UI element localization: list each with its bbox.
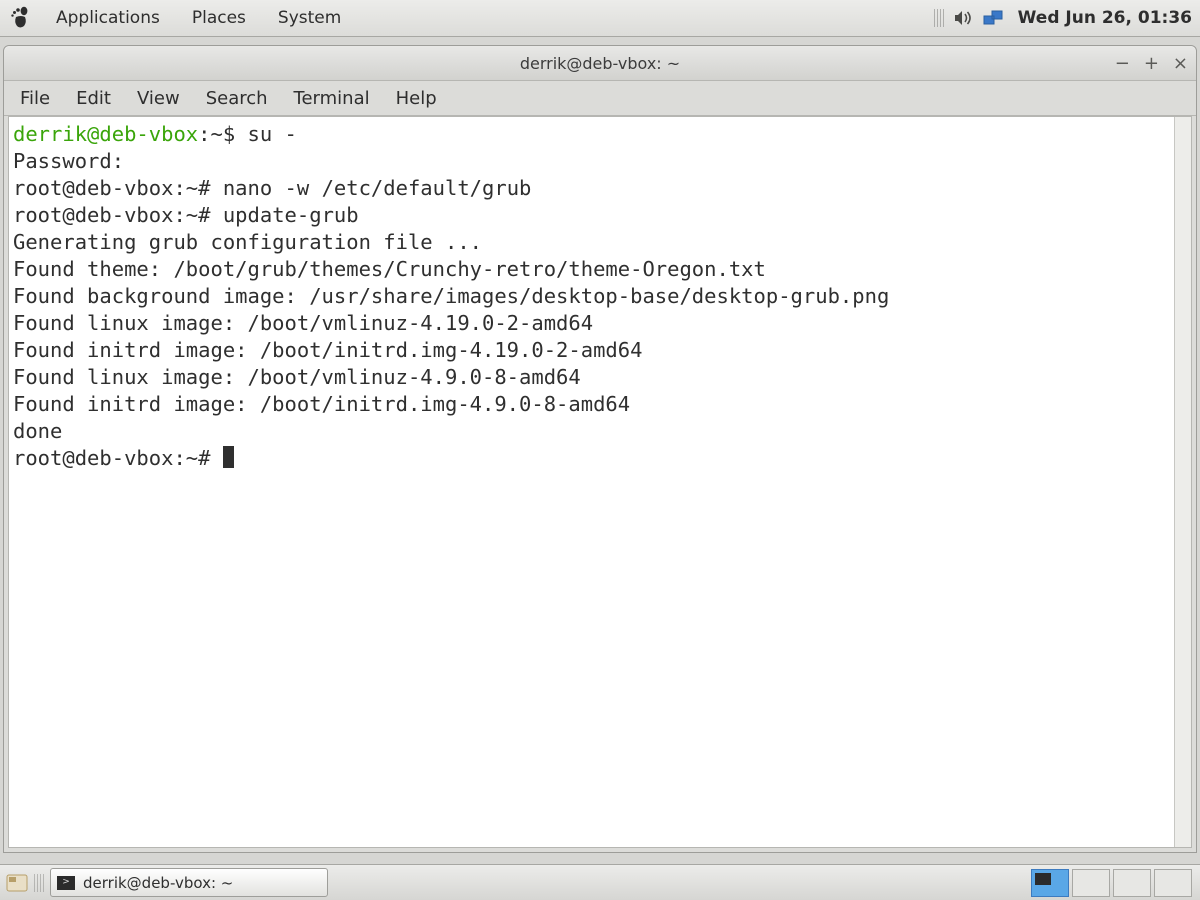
prompt-sep: :: [198, 122, 210, 146]
line-password: Password:: [13, 149, 124, 173]
out-linux-2: Found linux image: /boot/vmlinuz-4.9.0-8…: [13, 365, 581, 389]
window-titlebar[interactable]: derrik@deb-vbox: ~ − + ×: [4, 46, 1196, 81]
terminal-scrollbar[interactable]: [1174, 117, 1191, 847]
terminal-menubar: File Edit View Search Terminal Help: [4, 81, 1196, 116]
taskbar-terminal-button[interactable]: derrik@deb-vbox: ~: [50, 868, 328, 897]
terminal-window: derrik@deb-vbox: ~ − + × File Edit View …: [3, 45, 1197, 853]
system-tray: Wed Jun 26, 01:36: [934, 8, 1194, 28]
menu-file[interactable]: File: [18, 86, 52, 111]
clock[interactable]: Wed Jun 26, 01:36: [1014, 8, 1192, 28]
workspace-3[interactable]: [1113, 869, 1151, 897]
root-prompt-2: root@deb-vbox:~#: [13, 203, 223, 227]
close-button[interactable]: ×: [1173, 53, 1188, 74]
terminal-icon: [57, 876, 75, 890]
root-prompt-3: root@deb-vbox:~#: [13, 446, 223, 470]
panel-separator-icon: [34, 874, 44, 892]
minimize-button[interactable]: −: [1115, 53, 1130, 74]
root-prompt-1: root@deb-vbox:~#: [13, 176, 223, 200]
cmd-nano: nano -w /etc/default/grub: [223, 176, 532, 200]
menu-edit[interactable]: Edit: [74, 86, 113, 111]
maximize-button[interactable]: +: [1144, 53, 1159, 74]
menu-help[interactable]: Help: [394, 86, 439, 111]
prompt-user: derrik@deb-vbox: [13, 122, 198, 146]
out-done: done: [13, 419, 62, 443]
network-icon[interactable]: [982, 8, 1006, 28]
prompt-path: ~$: [210, 122, 247, 146]
system-menu[interactable]: System: [262, 0, 357, 36]
workspace-1[interactable]: [1031, 869, 1069, 897]
top-panel: Applications Places System Wed Jun 26, 0…: [0, 0, 1200, 37]
window-title: derrik@deb-vbox: ~: [4, 54, 1196, 73]
out-initrd-1: Found initrd image: /boot/initrd.img-4.1…: [13, 338, 642, 362]
terminal-body: derrik@deb-vbox:~$ su - Password: root@d…: [8, 116, 1192, 848]
bottom-panel: derrik@deb-vbox: ~: [0, 864, 1200, 900]
terminal-output[interactable]: derrik@deb-vbox:~$ su - Password: root@d…: [9, 117, 1174, 847]
cmd-su: su -: [248, 122, 297, 146]
cmd-update-grub: update-grub: [223, 203, 359, 227]
out-initrd-2: Found initrd image: /boot/initrd.img-4.9…: [13, 392, 630, 416]
places-menu[interactable]: Places: [176, 0, 262, 36]
volume-icon[interactable]: [952, 8, 974, 28]
menu-search[interactable]: Search: [204, 86, 270, 111]
menu-terminal[interactable]: Terminal: [292, 86, 372, 111]
window-controls: − + ×: [1115, 46, 1188, 80]
desktop: derrik@deb-vbox: ~ − + × File Edit View …: [0, 37, 1200, 864]
gnome-foot-icon[interactable]: [6, 4, 34, 32]
workspace-2[interactable]: [1072, 869, 1110, 897]
menu-view[interactable]: View: [135, 86, 182, 111]
out-generating: Generating grub configuration file ...: [13, 230, 482, 254]
out-background: Found background image: /usr/share/image…: [13, 284, 889, 308]
out-theme: Found theme: /boot/grub/themes/Crunchy-r…: [13, 257, 766, 281]
taskbar-label: derrik@deb-vbox: ~: [83, 874, 233, 892]
out-linux-1: Found linux image: /boot/vmlinuz-4.19.0-…: [13, 311, 593, 335]
workspace-switcher: [1031, 869, 1192, 897]
workspace-4[interactable]: [1154, 869, 1192, 897]
show-desktop-button[interactable]: [4, 870, 30, 896]
text-cursor: [223, 446, 234, 468]
applications-menu[interactable]: Applications: [40, 0, 176, 36]
tray-separator-icon: [934, 9, 944, 27]
